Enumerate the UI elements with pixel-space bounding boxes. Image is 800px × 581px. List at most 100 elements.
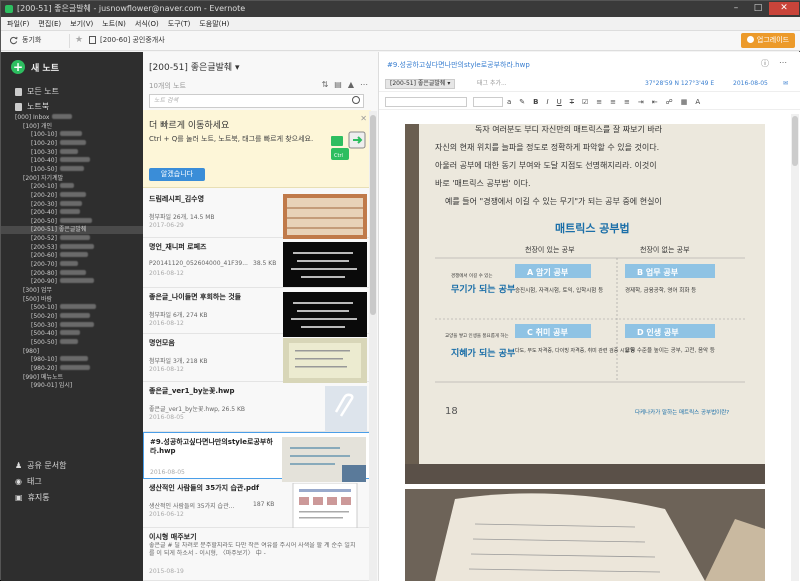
checkbox-icon[interactable]: ☑ [582, 96, 588, 108]
strikethrough-icon[interactable]: T [570, 96, 574, 108]
italic-icon[interactable]: I [547, 96, 549, 108]
new-note-button[interactable]: + 새 노트 [11, 60, 59, 74]
shortcut-notebook[interactable]: [200-60] 공인중개사 [89, 35, 165, 45]
tag-input[interactable]: 태그 추가... [477, 79, 507, 89]
notebook-selector[interactable]: [200-51] 좋은글발췌 ▾ [385, 79, 456, 89]
note-list-item[interactable]: #9.성공하고싶다면나만의style로공부하라.hwp 2016-08-05 [143, 432, 371, 482]
notebook-title-dropdown[interactable]: [200-51] 좋은글발췌 ▾ [149, 60, 240, 73]
star-icon[interactable]: ★ [75, 35, 83, 45]
notebook-tree-item[interactable]: [200-40] [1, 209, 143, 217]
outdent-icon[interactable]: ⇤ [652, 96, 658, 108]
scrollbar-thumb[interactable] [792, 116, 798, 166]
spellcheck-icon[interactable]: A [695, 96, 700, 108]
sidebar-item-all-notes[interactable]: 모든 노트 [15, 86, 59, 97]
more-icon[interactable]: ⋯ [779, 58, 787, 69]
note-list-item[interactable]: 좋은글_ver1_by눈꽃.hwp 좋은글_ver1_by눈꽃.hwp, 26.5… [143, 382, 371, 432]
sort-icon[interactable]: ⇅ [322, 80, 329, 89]
notebook-tree-item[interactable]: [500-30] [1, 321, 143, 330]
close-icon[interactable]: ✕ [769, 2, 799, 15]
notebook-tree-item[interactable]: [500] 바람 [1, 296, 143, 304]
highlight-icon[interactable]: ✎ [519, 96, 525, 108]
note-list-scrollbar[interactable] [369, 111, 377, 581]
date-link[interactable]: 2016-08-05 [733, 79, 768, 89]
menu-tools[interactable]: 도구(T) [168, 17, 191, 30]
notebook-tree-item[interactable]: [200-90] [1, 278, 143, 286]
sidebar-item-shared[interactable]: ♟ 공유 문서함 [15, 460, 67, 471]
underline-icon[interactable]: U [557, 96, 562, 108]
scrollbar-thumb[interactable] [370, 115, 376, 315]
note-list-item[interactable]: 드림레시피_김수영 첨부파일 26개, 14.5 MB 2017-06-29 [143, 190, 371, 239]
share-icon[interactable]: ▲ [348, 80, 354, 89]
notebook-tree-item[interactable]: [980-20] [1, 364, 143, 373]
menu-note[interactable]: 노트(N) [102, 17, 126, 30]
notebook-tree-item[interactable]: [990-01] 임시] [1, 382, 143, 390]
notebook-tree-item[interactable]: [200-20] [1, 191, 143, 200]
table-icon[interactable]: ▦ [681, 96, 688, 108]
note-list-item[interactable]: 생산적인 사람들의 35가지 습관.pdf 생산적인 사람들의 35가지 습관..… [143, 479, 371, 528]
font-family-select[interactable] [385, 97, 467, 107]
upgrade-button[interactable]: 업그레이드 [741, 33, 795, 48]
notebook-tree-item[interactable]: [500-20] [1, 312, 143, 321]
close-icon[interactable]: ✕ [360, 114, 367, 123]
notebook-tree-item[interactable]: [100] 개인 [1, 123, 143, 131]
tip-dismiss-button[interactable]: 알겠습니다 [149, 168, 205, 181]
notebook-tree-item[interactable]: [200-53] [1, 243, 143, 252]
notebook-tree-item[interactable]: [100-40] [1, 157, 143, 165]
note-list-item[interactable]: 좋은글_나이들면 후회하는 것들 첨부파일 6개, 274 KB 2016-08-1… [143, 288, 371, 337]
notebook-tree-item[interactable]: [200-50] [1, 217, 143, 226]
notebook-tree-item[interactable]: [200-52] [1, 235, 143, 243]
notebook-tree-label: [980-10] [31, 356, 57, 364]
notebook-tree-item[interactable]: [500-40] [1, 330, 143, 338]
menu-file[interactable]: 파일(F) [7, 17, 29, 30]
notebook-tree-item[interactable]: [300] 업무 [1, 287, 143, 295]
notebook-tree-item[interactable]: [980-10] [1, 356, 143, 364]
note-title[interactable]: #9.성공하고싶다면나만의style로공부하라.hwp [387, 60, 530, 70]
indent-icon[interactable]: ⇥ [638, 96, 644, 108]
note-list-item[interactable]: 이시형 매주보기 좋은글 # 딜 차려로 분주할지라도 다만 작은 여유를 주시어… [143, 528, 371, 581]
notebook-tree-item[interactable]: [500-10] [1, 304, 143, 312]
notebook-tree-item[interactable]: [200-60] [1, 252, 143, 260]
menu-view[interactable]: 보기(V) [70, 17, 93, 30]
sidebar-item-tags[interactable]: ◉ 태그 [15, 476, 42, 487]
notebook-tree-item[interactable]: [200-51] 좋은글발췌 [1, 226, 143, 235]
align-icon[interactable]: ≡ [624, 96, 630, 108]
location-link[interactable]: 37°28'59 N 127°3'49 E [645, 79, 714, 89]
notebook-tree-item[interactable]: [100-30] [1, 148, 143, 157]
note-list-item[interactable]: 명언모음 첨부파일 3개, 218 KB 2016-08-12 [143, 334, 371, 383]
menu-help[interactable]: 도움말(H) [199, 17, 229, 30]
notebook-tree-item[interactable]: [100-10] [1, 131, 143, 139]
view-options-icon[interactable]: ▤ [334, 80, 342, 89]
text-color-icon[interactable]: a [507, 96, 511, 108]
note-list-item[interactable]: 명언_재니퍼 로페즈 P20141120_052604000_41F39... 38… [143, 238, 371, 288]
notebook-tree-item[interactable]: [200-10] [1, 183, 143, 191]
attach-icon[interactable]: ☍ [666, 96, 673, 108]
note-search-input[interactable]: 노트 검색 [149, 94, 364, 108]
notebook-tree-item[interactable]: [100-50] [1, 165, 143, 174]
bold-icon[interactable]: B [533, 96, 538, 108]
sync-button[interactable]: 동기화 [9, 35, 41, 45]
numbered-list-icon[interactable]: ≡ [610, 96, 616, 108]
notebook-tree-item[interactable]: [200] 자기계발 [1, 175, 143, 183]
editor-scrollbar[interactable] [791, 114, 799, 581]
note-item-title: 드림레시피_김수영 [149, 195, 205, 203]
notebook-tree-item[interactable]: [200-30] [1, 200, 143, 209]
font-size-select[interactable] [473, 97, 503, 107]
more-icon[interactable]: ⋯ [360, 80, 368, 89]
menu-edit[interactable]: 편집(E) [38, 17, 61, 30]
info-icon[interactable]: ⓘ [761, 58, 769, 69]
minimize-icon[interactable]: – [725, 2, 747, 15]
notebook-tree-item[interactable]: [200-70] [1, 261, 143, 269]
notebook-tree-item[interactable]: [200-80] [1, 269, 143, 278]
bullet-list-icon[interactable]: ≡ [596, 96, 602, 108]
sidebar-item-trash[interactable]: ▣ 휴지통 [15, 492, 50, 503]
notebook-tree-item[interactable]: [100-20] [1, 139, 143, 148]
notebook-tree-item[interactable]: [990] 메뉴노트 [1, 374, 143, 382]
note-item-title: 좋은글_ver1_by눈꽃.hwp [149, 387, 235, 395]
reminder-icon[interactable]: ✉ [783, 79, 788, 89]
maximize-icon[interactable]: □ [747, 2, 769, 15]
sidebar-item-notebooks[interactable]: 노트북 [15, 101, 49, 112]
notebook-tree-item[interactable]: [980] [1, 348, 143, 356]
notebook-tree-item[interactable]: [000] Inbox [1, 114, 143, 122]
notebook-tree-item[interactable]: [500-50] [1, 338, 143, 347]
menu-format[interactable]: 서식(O) [135, 17, 159, 30]
